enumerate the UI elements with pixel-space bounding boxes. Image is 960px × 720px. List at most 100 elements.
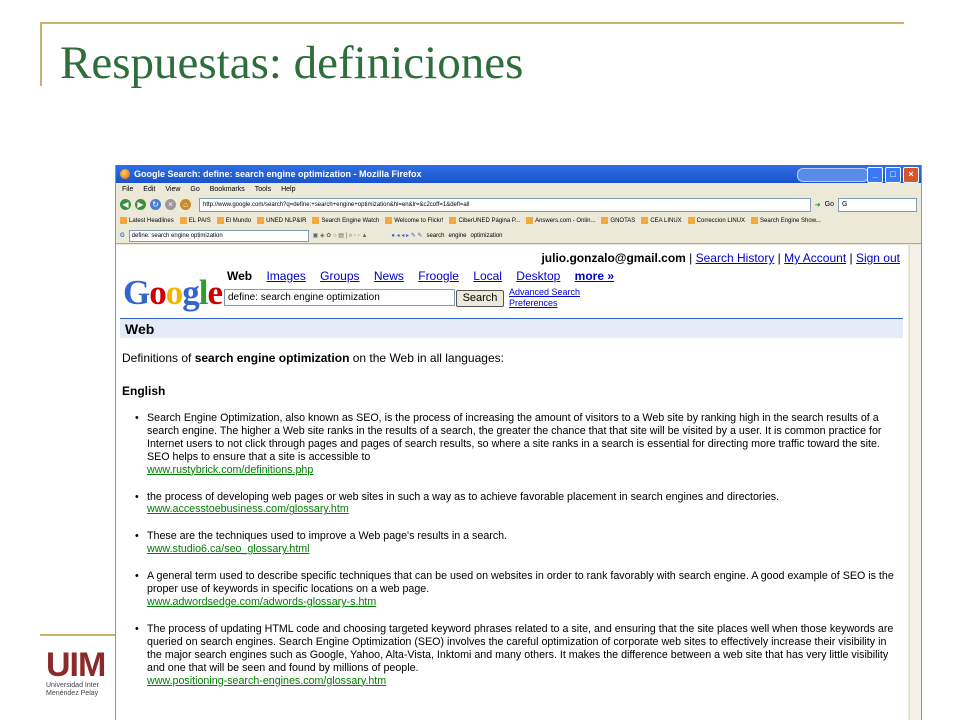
tab-web[interactable]: Web [227, 269, 252, 283]
bookmark-label: Latest Headlines [129, 218, 174, 225]
tab-news[interactable]: News [374, 269, 404, 283]
heading-suffix: on the Web in all languages: [349, 351, 504, 365]
definitions-heading: Definitions of search engine optimizatio… [122, 351, 504, 365]
menu-bookmarks[interactable]: Bookmarks [210, 186, 245, 193]
bookmark-label: El Mundo [225, 218, 252, 225]
highlight-word[interactable]: optimization [471, 233, 503, 239]
toolbar-buttons[interactable]: ▣ ◈ ✿ ○ ▤ | ⌕ ◦ ◦ ▲ [313, 232, 368, 240]
google-logo[interactable]: Google [123, 273, 223, 313]
menu-tools[interactable]: Tools [255, 186, 271, 193]
definition-source-link[interactable]: www.positioning-search-engines.com/gloss… [147, 675, 902, 688]
bookmark-icon [526, 216, 534, 224]
go-label[interactable]: Go [825, 201, 834, 208]
tab-desktop[interactable]: Desktop [516, 269, 560, 283]
definitions-list: Search Engine Optimization, also known a… [132, 412, 902, 701]
close-button[interactable]: × [903, 167, 919, 183]
tab-groups[interactable]: Groups [320, 269, 359, 283]
account-links: julio.gonzalo@gmail.com | Search History… [541, 251, 900, 265]
rss-icon [120, 216, 127, 224]
definition-source-link[interactable]: www.rustybrick.com/definitions.php [147, 464, 902, 477]
preferences-link[interactable]: Preferences [509, 298, 580, 309]
reload-icon[interactable]: ↻ [150, 199, 161, 210]
url-bar[interactable]: http://www.google.com/search?q=define:+s… [199, 197, 811, 212]
tab-more[interactable]: more » [575, 269, 614, 283]
toolbar-buttons-right[interactable]: ● ◂ ◂ ▸ ✎ ✎ [391, 232, 422, 239]
highlight-word[interactable]: engine [448, 233, 466, 239]
menu-file[interactable]: File [122, 186, 133, 193]
search-button[interactable]: Search [456, 290, 504, 307]
menu-go[interactable]: Go [190, 186, 199, 193]
definition-source-link[interactable]: www.accesstoebusiness.com/glossary.htm [147, 503, 902, 516]
bookmark-label: Welcome to Flickr! [394, 218, 444, 225]
bookmarks-toolbar: Latest Headlines EL PAIS El Mundo UNED N… [116, 213, 921, 228]
bookmark-item[interactable]: GNOTAS [601, 216, 635, 224]
bookmark-icon [601, 216, 609, 224]
bookmark-item[interactable]: Search Engine Show... [751, 216, 821, 225]
sign-out-link[interactable]: Sign out [856, 251, 900, 265]
bookmark-label: EL PAIS [188, 218, 211, 225]
google-toolbar-icon[interactable]: G [120, 233, 125, 239]
title-bar: Google Search: define: search engine opt… [116, 165, 921, 183]
home-icon[interactable]: ⌂ [180, 199, 191, 210]
bookmark-item[interactable]: El Mundo [216, 216, 252, 225]
bookmark-item[interactable]: Answers.com - Onlin... [526, 216, 595, 224]
forward-icon[interactable]: ▶ [135, 199, 146, 210]
menu-edit[interactable]: Edit [143, 186, 155, 193]
web-page: julio.gonzalo@gmail.com | Search History… [116, 245, 908, 720]
bookmark-icon [449, 216, 457, 224]
bookmark-icon [641, 216, 649, 224]
definition-text: Search Engine Optimization, also known a… [147, 412, 882, 463]
tab-froogle[interactable]: Froogle [418, 269, 459, 283]
bookmark-item[interactable]: Welcome to Flickr! [385, 216, 444, 225]
back-icon[interactable]: ◀ [120, 199, 131, 210]
menu-help[interactable]: Help [281, 186, 295, 193]
bookmark-label: UNED NLP&IR [266, 218, 307, 225]
footer-rule [40, 634, 120, 636]
my-account-link[interactable]: My Account [784, 251, 846, 265]
definition-text: The process of updating HTML code and ch… [147, 622, 894, 674]
google-toolbar-input[interactable]: define: search engine optimization [128, 229, 309, 242]
bookmark-item[interactable]: UNED NLP&IR [257, 216, 307, 225]
user-email: julio.gonzalo@gmail.com [541, 251, 686, 265]
search-history-link[interactable]: Search History [696, 251, 775, 265]
browser-search-box[interactable]: G [838, 197, 917, 212]
search-input[interactable]: define: search engine optimization [224, 289, 455, 306]
stop-icon[interactable]: × [165, 199, 176, 210]
go-icon[interactable]: ➜ [815, 201, 821, 209]
bookmark-icon [385, 216, 393, 224]
menu-view[interactable]: View [165, 186, 180, 193]
section-bar: Web [120, 318, 903, 338]
top-rule [40, 22, 904, 24]
bookmark-item[interactable]: CEA LINUX [641, 216, 682, 224]
bookmark-item[interactable]: EL PAIS [179, 216, 211, 225]
slide-title: Respuestas: definiciones [60, 37, 524, 89]
page-scrollbar[interactable] [909, 245, 921, 720]
bookmark-item[interactable]: Search Engine Watch [312, 216, 380, 225]
bookmark-item[interactable]: Correccion LINUX [687, 216, 746, 225]
university-logo: UIM Universidad Inter Menéndez Pelay [46, 648, 120, 708]
bookmark-icon [751, 216, 759, 224]
logo-subtitle: Universidad Inter Menéndez Pelay [46, 682, 99, 697]
maximize-button[interactable]: □ [885, 167, 901, 183]
menu-bar: File Edit View Go Bookmarks Tools Help [116, 183, 921, 196]
definition-item: the process of developing web pages or w… [132, 491, 902, 517]
definition-item: The process of updating HTML code and ch… [132, 623, 902, 688]
bookmark-label: Search Engine Watch [321, 218, 380, 225]
tab-local[interactable]: Local [473, 269, 502, 283]
bookmark-label: Correccion LINUX [696, 218, 746, 225]
definition-source-link[interactable]: www.adwordsedge.com/adwords-glossary-s.h… [147, 596, 902, 609]
tab-images[interactable]: Images [266, 269, 305, 283]
logo-text: UIM [46, 648, 106, 684]
definition-text: These are the techniques used to improve… [147, 530, 508, 543]
definition-item: Search Engine Optimization, also known a… [132, 412, 902, 477]
highlight-word[interactable]: search [426, 233, 444, 239]
advanced-search-link[interactable]: Advanced Search [509, 287, 580, 298]
definition-source-link[interactable]: www.studio6.ca/seo_glossary.html [147, 543, 902, 556]
language-heading: English [122, 384, 166, 398]
titlebar-pill [797, 168, 869, 182]
bookmark-label: Search Engine Show... [760, 218, 821, 225]
minimize-button[interactable]: _ [867, 167, 883, 183]
bookmark-item[interactable]: CiberUNED Página P... [449, 216, 520, 224]
bookmark-item[interactable]: Latest Headlines [120, 216, 174, 225]
bookmark-icon [179, 216, 187, 224]
